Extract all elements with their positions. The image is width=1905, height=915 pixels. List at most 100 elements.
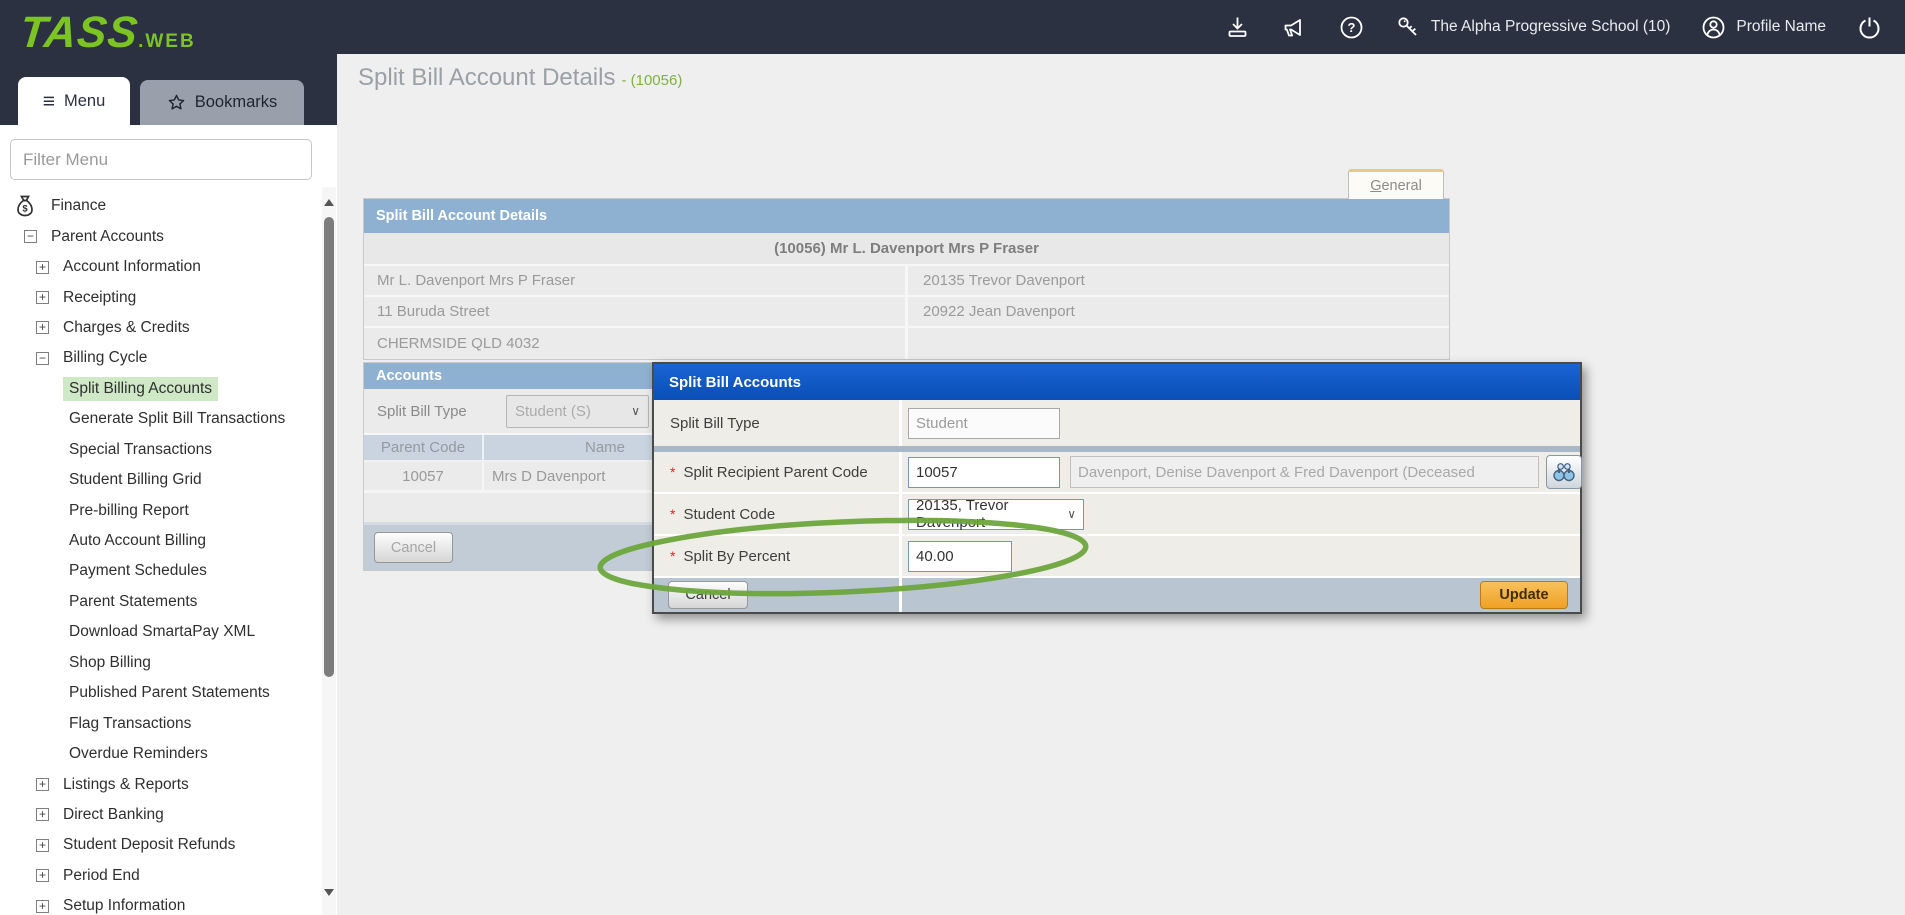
tab-menu[interactable]: ≡ Menu <box>18 77 130 125</box>
sidebar-item-parent-statements[interactable]: Parent Statements <box>0 587 318 617</box>
recipient-lookup-value: Davenport, Denise Davenport & Fred Daven… <box>1070 456 1539 488</box>
sidebar-item-overdue-reminders[interactable]: Overdue Reminders <box>0 739 318 769</box>
sidebar-scrollbar[interactable] <box>322 187 336 915</box>
modal-cancel-button[interactable]: Cancel <box>668 581 748 609</box>
split-bill-accounts-modal: Split Bill Accounts Split Bill Type Stud… <box>652 362 1582 614</box>
sidebar-item-student-deposit-refunds[interactable]: +Student Deposit Refunds <box>0 830 318 860</box>
expand-icon[interactable]: + <box>36 261 49 274</box>
sidebar-item-generate-split-bill-transactions[interactable]: Generate Split Bill Transactions <box>0 404 318 434</box>
recipient-parent-code-label: Split Recipient Parent Code <box>654 452 902 492</box>
sidebar-item-charges-credits[interactable]: +Charges & Credits <box>0 313 318 343</box>
student-line: 20135 Trevor Davenport <box>908 266 1449 297</box>
tab-general[interactable]: General <box>1348 169 1444 199</box>
logout-icon[interactable] <box>1856 14 1883 41</box>
svg-text:?: ? <box>1347 20 1355 35</box>
modal-footer: Cancel Update <box>654 576 1580 612</box>
tab-bookmarks[interactable]: Bookmarks <box>140 80 304 125</box>
cell-parent-code: 10057 <box>364 462 484 490</box>
school-name: The Alpha Progressive School (10) <box>1431 18 1671 36</box>
logo-suffix: .WEB <box>138 31 196 52</box>
account-students: 20135 Trevor Davenport 20922 Jean Davenp… <box>908 266 1449 359</box>
column-parent-code: Parent Code <box>364 435 484 460</box>
lookup-button[interactable] <box>1546 455 1582 489</box>
student-code-select[interactable]: 20135, Trevor Davenport <box>908 499 1084 530</box>
split-by-percent-label: Split By Percent <box>654 536 902 576</box>
sidebar-item-listings-reports[interactable]: +Listings & Reports <box>0 769 318 799</box>
money-bag-icon: $ <box>12 193 38 219</box>
expand-icon[interactable]: + <box>36 291 49 304</box>
filter-menu-input[interactable] <box>10 139 312 180</box>
sidebar: $ Finance −Parent Accounts +Account Info… <box>0 125 337 915</box>
app-logo: TASS.WEB <box>20 8 196 58</box>
expand-icon[interactable]: + <box>36 869 49 882</box>
expand-icon[interactable]: + <box>36 900 49 913</box>
split-bill-account-details-panel: Split Bill Account Details (10056) Mr L.… <box>363 198 1450 360</box>
sidebar-item-setup-information[interactable]: +Setup Information <box>0 891 318 915</box>
expand-icon[interactable]: + <box>36 839 49 852</box>
address-line: 11 Buruda Street <box>364 297 905 328</box>
scrollbar-thumb[interactable] <box>324 217 334 677</box>
sidebar-item-published-parent-statements[interactable]: Published Parent Statements <box>0 678 318 708</box>
collapse-icon[interactable]: − <box>36 352 49 365</box>
profile-name: Profile Name <box>1736 18 1826 36</box>
app-window: ? The Alpha Progressive School (10) Prof… <box>0 0 1905 915</box>
sidebar-item-student-billing-grid[interactable]: Student Billing Grid <box>0 465 318 495</box>
sidebar-item-special-transactions[interactable]: Special Transactions <box>0 435 318 465</box>
menu-icon: ≡ <box>43 91 55 112</box>
sidebar-item-direct-banking[interactable]: +Direct Banking <box>0 800 318 830</box>
brand-area: TASS.WEB ≡ Menu Bookmarks <box>0 0 337 125</box>
page-title: Split Bill Account Details- (10056) <box>358 64 682 92</box>
announcements-icon[interactable] <box>1281 14 1308 41</box>
split-by-percent-input[interactable] <box>908 541 1012 572</box>
sidebar-item-parent-accounts[interactable]: −Parent Accounts <box>0 221 318 251</box>
sidebar-item-account-information[interactable]: +Account Information <box>0 252 318 282</box>
page-title-code: - (10056) <box>621 72 682 89</box>
binoculars-icon <box>1552 461 1576 483</box>
sidebar-item-billing-cycle[interactable]: −Billing Cycle <box>0 343 318 373</box>
address-line: Mr L. Davenport Mrs P Fraser <box>364 266 905 297</box>
account-heading: (10056) Mr L. Davenport Mrs P Fraser <box>364 233 1449 266</box>
download-icon[interactable] <box>1224 14 1251 41</box>
sidebar-item-flag-transactions[interactable]: Flag Transactions <box>0 708 318 738</box>
profile-menu[interactable]: Profile Name <box>1700 14 1826 41</box>
logo-text: TASS <box>17 8 140 58</box>
address-line: CHERMSIDE QLD 4032 <box>364 328 905 359</box>
student-line <box>908 328 1449 359</box>
expand-icon[interactable]: + <box>36 808 49 821</box>
sidebar-item-period-end[interactable]: +Period End <box>0 861 318 891</box>
key-icon <box>1395 14 1422 41</box>
student-line: 20922 Jean Davenport <box>908 297 1449 328</box>
sidebar-item-auto-account-billing[interactable]: Auto Account Billing <box>0 526 318 556</box>
star-icon <box>167 93 186 112</box>
svg-text:$: $ <box>22 204 28 215</box>
student-code-label: Student Code <box>654 494 902 534</box>
split-bill-type-select[interactable]: Student (S) <box>506 395 649 428</box>
profile-icon <box>1700 14 1727 41</box>
sidebar-item-finance[interactable]: $ Finance <box>0 191 318 221</box>
school-context[interactable]: The Alpha Progressive School (10) <box>1395 14 1671 41</box>
modal-split-bill-type-value: Student <box>908 408 1060 439</box>
expand-icon[interactable]: + <box>36 321 49 334</box>
scroll-down-icon[interactable] <box>323 887 335 899</box>
recipient-parent-code-input[interactable] <box>908 457 1060 488</box>
modal-split-bill-type-label: Split Bill Type <box>654 400 902 446</box>
split-bill-type-label: Split Bill Type <box>364 403 506 420</box>
help-icon[interactable]: ? <box>1338 14 1365 41</box>
sidebar-item-payment-schedules[interactable]: Payment Schedules <box>0 556 318 586</box>
tab-bookmarks-label: Bookmarks <box>195 93 278 112</box>
modal-update-button[interactable]: Update <box>1480 581 1568 609</box>
account-address: Mr L. Davenport Mrs P Fraser 11 Buruda S… <box>364 266 905 359</box>
sidebar-item-split-billing-accounts[interactable]: Split Billing Accounts <box>0 374 318 404</box>
sidebar-item-shop-billing[interactable]: Shop Billing <box>0 648 318 678</box>
modal-title: Split Bill Accounts <box>654 364 1580 400</box>
sidebar-item-receipting[interactable]: +Receipting <box>0 282 318 312</box>
accounts-cancel-button[interactable]: Cancel <box>374 532 453 563</box>
collapse-icon[interactable]: − <box>24 230 37 243</box>
menu-tree: $ Finance −Parent Accounts +Account Info… <box>0 191 318 915</box>
expand-icon[interactable]: + <box>36 778 49 791</box>
tab-menu-label: Menu <box>64 92 105 111</box>
sidebar-item-pre-billing-report[interactable]: Pre-billing Report <box>0 495 318 525</box>
scroll-up-icon[interactable] <box>323 197 335 209</box>
sidebar-item-download-smartapay-xml[interactable]: Download SmartaPay XML <box>0 617 318 647</box>
panel-header: Split Bill Account Details <box>364 199 1449 233</box>
